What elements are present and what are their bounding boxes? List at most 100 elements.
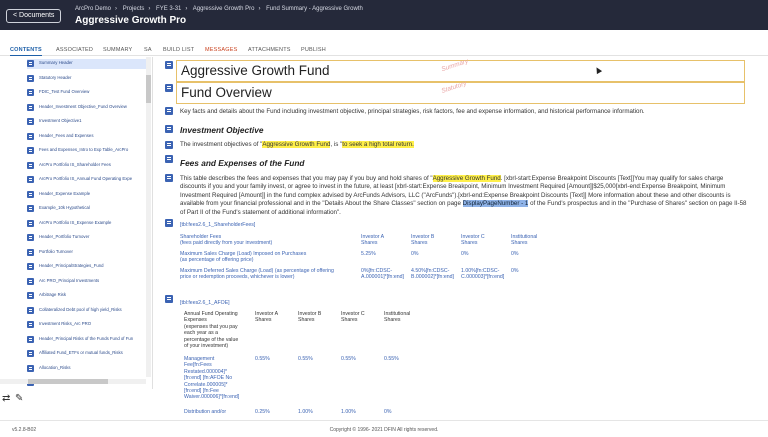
sidebar-vertical-scrollbar[interactable] xyxy=(146,57,151,377)
tab-summary[interactable]: SUMMARY xyxy=(103,47,132,53)
tab-messages[interactable]: MESSAGES xyxy=(205,47,237,53)
table-cell: 0% xyxy=(511,251,519,257)
section-icon[interactable] xyxy=(165,61,173,69)
column-header: Institutional Shares xyxy=(384,311,411,324)
sidebar-item-label: Portfolio Turnover xyxy=(39,248,73,254)
tab-publish[interactable]: PUBLISH xyxy=(301,47,326,53)
breadcrumb-item[interactable]: FYE 3-31 xyxy=(156,6,181,12)
section-icon[interactable] xyxy=(165,107,173,115)
breadcrumb-item[interactable]: Aggressive Growth Pro xyxy=(193,6,255,12)
sidebar-item-label: Header_Fees and Expenses xyxy=(39,132,94,138)
text-run: This table describes the fees and expens… xyxy=(180,175,433,182)
sidebar-item-label: Affiliated Fund_ETFs or mutual funds_Ris… xyxy=(39,350,123,355)
document-icon xyxy=(27,263,34,270)
sidebar-item[interactable]: Fees and Expenses_Intro to Exp Table_Arc… xyxy=(27,146,147,156)
section-icon[interactable] xyxy=(165,141,173,149)
sidebar-item[interactable]: Investment Objective1 xyxy=(27,117,147,127)
sidebar-item[interactable]: Header_Fees and Expenses xyxy=(27,132,147,142)
document-icon xyxy=(27,234,34,241)
sidebar-horizontal-scrollbar[interactable] xyxy=(0,379,146,384)
sidebar-item-label: Statutory Header xyxy=(39,74,72,80)
section-icon[interactable] xyxy=(165,155,173,163)
document-icon xyxy=(27,60,34,67)
section-icon[interactable] xyxy=(165,125,173,133)
fees-heading: Fees and Expenses of the Fund xyxy=(180,158,305,168)
document-icon xyxy=(27,147,34,154)
document-icon xyxy=(27,335,34,343)
tab-build-list[interactable]: BUILD LIST xyxy=(163,47,194,53)
table-cell: 0.25% xyxy=(255,409,270,415)
sidebar-item[interactable]: Investment Risks_Arc PRO xyxy=(27,320,147,330)
sidebar-item[interactable]: Statutory Header xyxy=(27,74,147,84)
section-icon[interactable] xyxy=(165,295,173,303)
fees-paragraph: This table describes the fees and expens… xyxy=(180,175,750,217)
column-header: Institutional Shares xyxy=(511,234,538,247)
table-cell: 0% xyxy=(511,268,519,274)
sidebar-item-label: Arbitrage Risk xyxy=(39,292,66,297)
sidebar-item[interactable]: Summary Header xyxy=(27,59,147,69)
sidebar-item[interactable]: ArcPro Portfolio IS_Annual Fund Operatin… xyxy=(27,175,147,185)
sidebar-item[interactable]: Affiliated Fund_ETFs or mutual funds_Ris… xyxy=(27,349,147,359)
sidebar-item[interactable]: Allocation_Risks xyxy=(27,364,147,374)
refresh-icon[interactable]: ⇄ xyxy=(2,393,10,404)
table-cell: 0.55% xyxy=(255,356,270,362)
sidebar-item[interactable]: Arc PRO_Principal Investments xyxy=(27,277,147,287)
sidebar-item[interactable]: Example_10k Hypothetical xyxy=(27,204,147,214)
table-cell: 0% xyxy=(461,251,469,257)
document-content: Aggressive Growth Fund Summary Fund Over… xyxy=(158,57,768,417)
sidebar-item[interactable]: Header_Expense Example xyxy=(27,190,147,200)
edit-icon[interactable]: ✎ xyxy=(15,393,23,404)
document-icon xyxy=(27,350,34,357)
sidebar-item[interactable]: Header_Principal Risks of the Funds Fund… xyxy=(27,335,147,345)
sidebar-item-label: Header_Portfolio Turnover xyxy=(39,234,90,239)
investment-objective-heading: Investment Objective xyxy=(180,125,264,135)
section-icon[interactable] xyxy=(165,84,173,92)
page-number-field[interactable]: DisplayPageNumber - 1 xyxy=(462,200,529,208)
sidebar-item[interactable]: ArcPro Portfolio IS_Shareholder Fees xyxy=(27,161,147,171)
scrollbar-thumb[interactable] xyxy=(146,75,151,103)
breadcrumb-item[interactable]: Fund Summary - Aggressive Growth xyxy=(266,6,363,12)
text-run: The investment objectives of " xyxy=(180,141,263,148)
column-header: Investor A Shares xyxy=(361,234,385,247)
sidebar-item-label: FDIC_Test Fund Overview xyxy=(39,89,90,94)
scrollbar-thumb[interactable] xyxy=(28,379,108,384)
sidebar-item[interactable]: Header_Investment Objective_Fund Overvie… xyxy=(27,103,147,113)
sidebar-item[interactable]: Header_PrincipalStrategies_Fund xyxy=(27,262,147,272)
content-scrollbar[interactable] xyxy=(759,62,765,417)
tab-attachments[interactable]: ATTACHMENTS xyxy=(248,47,291,53)
sidebar-item[interactable]: Header_Portfolio Turnover xyxy=(27,233,147,243)
sidebar-item[interactable]: FDIC_Test Fund Overview xyxy=(27,88,147,98)
document-icon xyxy=(27,306,34,314)
row-label: Management Fee[fn:Fees Restated.000004]* [f… xyxy=(184,356,240,401)
document-icon xyxy=(27,74,34,82)
table-header: Annual Fund Operating Expenses (expenses t… xyxy=(184,311,239,350)
column-header: Investor A Shares xyxy=(255,311,279,324)
document-icon xyxy=(27,190,34,198)
section-icon[interactable] xyxy=(165,219,173,227)
breadcrumb-item[interactable]: Projects xyxy=(123,6,145,12)
breadcrumb-item[interactable]: ArcPro Demo xyxy=(75,6,111,12)
section-icon[interactable] xyxy=(165,174,173,182)
sidebar-item-label: Header_Expense Example xyxy=(39,190,91,196)
sidebar-item-label: Example_10k Hypothetical xyxy=(39,205,90,210)
document-icon xyxy=(27,176,34,183)
sidebar-item-label: Header_Principal Risks of the Funds Fund… xyxy=(39,335,134,341)
sidebar-item[interactable]: Portfolio Turnover xyxy=(27,248,147,258)
document-icon xyxy=(27,161,34,169)
column-header: Investor B Shares xyxy=(411,234,435,247)
sidebar-item-label: Header_Investment Objective_Fund Overvie… xyxy=(39,103,127,109)
sidebar-item[interactable]: Arbitrage Risk xyxy=(27,291,147,301)
back-to-documents-button[interactable]: < Documents xyxy=(6,9,62,23)
contents-sidebar: Summary Header Statutory Header FDIC_Test … xyxy=(0,57,153,389)
tab-associated[interactable]: ASSOCIATED xyxy=(56,47,93,53)
column-header: Investor C Shares xyxy=(461,234,485,247)
breadcrumb: ArcPro Demo › Projects › FYE 3-31 › Aggress… xyxy=(75,6,363,12)
sidebar-item[interactable]: ArcPro Portfolio IS_Expense Example xyxy=(27,219,147,229)
tab-contents[interactable]: CONTENTS xyxy=(10,47,42,56)
tab-sa[interactable]: SA xyxy=(144,47,152,53)
row-label: Maximum Sales Charge (Load) Imposed on P… xyxy=(180,251,307,264)
document-icon xyxy=(27,219,34,227)
sidebar-item[interactable]: Collateralized Debt pool of high yield_R… xyxy=(27,306,147,316)
column-header: Investor C Shares xyxy=(341,311,365,324)
table-cell: 1.00% xyxy=(341,409,356,415)
